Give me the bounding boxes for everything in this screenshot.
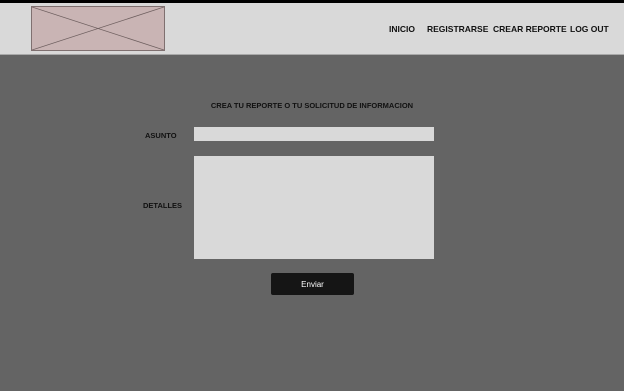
nav-crear-reporte[interactable]: CREAR REPORTE bbox=[493, 3, 567, 54]
form-title: CREA TU REPORTE O TU SOLICITUD DE INFORM… bbox=[210, 101, 414, 110]
details-label: DETALLES bbox=[143, 201, 183, 210]
nav-inicio[interactable]: INICIO bbox=[389, 3, 415, 54]
subject-input[interactable] bbox=[194, 127, 434, 141]
header: INICIO REGISTRARSE CREAR REPORTE LOG OUT bbox=[0, 3, 624, 55]
details-textarea[interactable] bbox=[194, 156, 434, 259]
logo-placeholder-image[interactable] bbox=[31, 6, 165, 51]
report-form: CREA TU REPORTE O TU SOLICITUD DE INFORM… bbox=[0, 55, 624, 391]
image-placeholder-icon bbox=[32, 7, 164, 50]
subject-label: ASUNTO bbox=[145, 131, 177, 140]
submit-button[interactable]: Enviar bbox=[271, 273, 354, 295]
nav-registrarse[interactable]: REGISTRARSE bbox=[427, 3, 488, 54]
nav-log-out[interactable]: LOG OUT bbox=[570, 3, 609, 54]
